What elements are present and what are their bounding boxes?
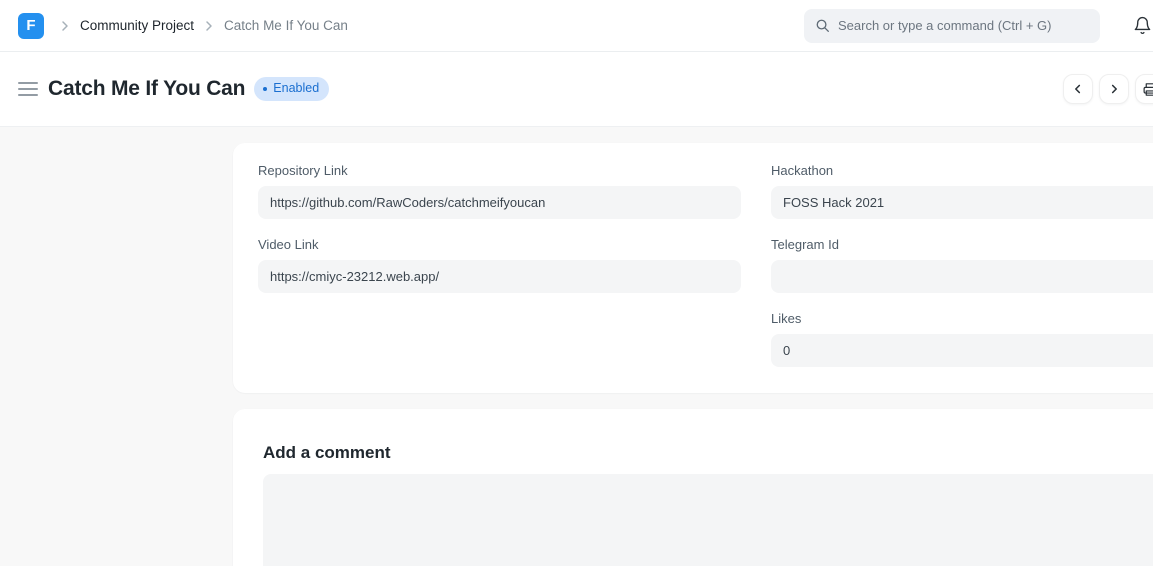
hackathon-input[interactable] (771, 186, 1153, 219)
likes-label: Likes (771, 312, 1153, 326)
hackathon-label: Hackathon (771, 164, 1153, 178)
form-column-right: Hackathon Telegram Id Likes (771, 164, 1153, 386)
breadcrumb-current-page: Catch Me If You Can (224, 18, 348, 33)
sidebar-toggle-menu-icon[interactable] (18, 82, 38, 96)
form-grid: Repository Link Video Link Hackathon Tel… (258, 164, 1153, 386)
repository-link-label: Repository Link (258, 164, 741, 178)
global-search[interactable] (804, 9, 1100, 43)
form-column-left: Repository Link Video Link (258, 164, 741, 312)
page-header: Catch Me If You Can Enabled (0, 52, 1153, 127)
field-telegram-id: Telegram Id (771, 238, 1153, 293)
chevron-right-icon (201, 18, 217, 34)
repository-link-input[interactable] (258, 186, 741, 219)
main-content: Repository Link Video Link Hackathon Tel… (0, 127, 1153, 566)
status-badge: Enabled (254, 77, 329, 101)
printer-icon (1142, 81, 1153, 98)
logo-letter: F (26, 17, 35, 34)
chevron-left-icon (1071, 82, 1085, 96)
likes-input[interactable] (771, 334, 1153, 367)
next-document-button[interactable] (1099, 74, 1129, 104)
header-actions (1063, 74, 1153, 104)
breadcrumb-community-project[interactable]: Community Project (80, 18, 194, 33)
form-card: Repository Link Video Link Hackathon Tel… (233, 143, 1153, 393)
page-title: Catch Me If You Can (48, 77, 245, 101)
top-navbar: F Community Project Catch Me If You Can (0, 0, 1153, 52)
notification-bell-icon[interactable] (1133, 15, 1152, 36)
status-badge-label: Enabled (273, 82, 319, 95)
telegram-id-input[interactable] (771, 260, 1153, 293)
chevron-right-icon (1107, 82, 1121, 96)
search-icon (815, 18, 830, 33)
telegram-id-label: Telegram Id (771, 238, 1153, 252)
search-input[interactable] (838, 18, 1089, 33)
status-dot-icon (263, 87, 267, 91)
field-video-link: Video Link (258, 238, 741, 293)
field-repository-link: Repository Link (258, 164, 741, 219)
comment-input[interactable] (263, 474, 1153, 566)
frappe-logo-icon[interactable]: F (18, 13, 44, 39)
add-comment-heading: Add a comment (263, 443, 1153, 463)
video-link-label: Video Link (258, 238, 741, 252)
print-button[interactable] (1135, 74, 1153, 104)
comment-card: Add a comment (233, 409, 1153, 566)
video-link-input[interactable] (258, 260, 741, 293)
chevron-right-icon (57, 18, 73, 34)
field-likes: Likes (771, 312, 1153, 367)
previous-document-button[interactable] (1063, 74, 1093, 104)
field-hackathon: Hackathon (771, 164, 1153, 219)
